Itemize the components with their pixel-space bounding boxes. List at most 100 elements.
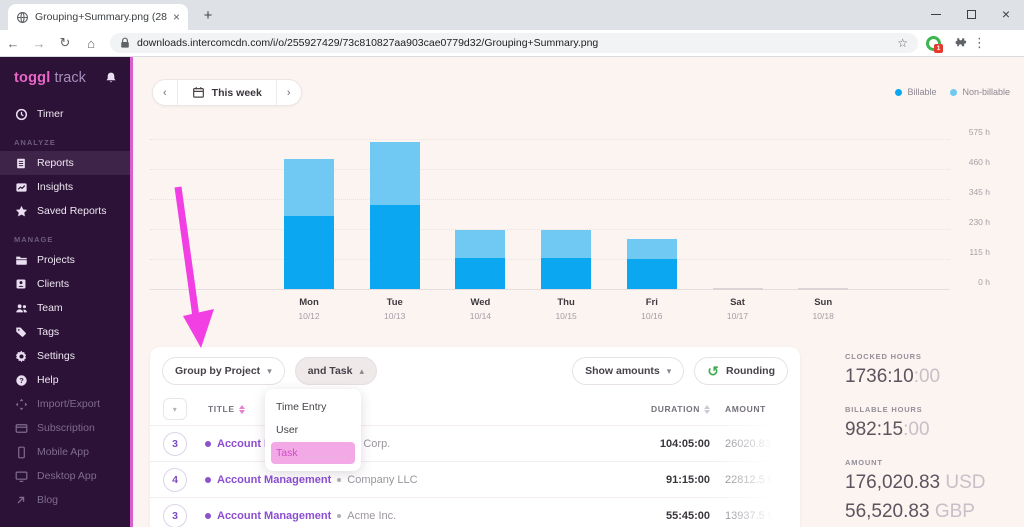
- back-icon[interactable]: ←: [0, 36, 26, 51]
- sidebar-item-clients[interactable]: Clients: [0, 272, 130, 296]
- bar-fri[interactable]: [626, 238, 677, 289]
- bar-segment-non-billable[interactable]: [626, 238, 677, 259]
- period-selector-button[interactable]: This week: [176, 80, 276, 105]
- main-content: ‹ This week › Billable Non-billable 575 …: [133, 57, 1024, 527]
- browser-tab[interactable]: Grouping+Summary.png (2880× ×: [8, 4, 188, 30]
- menu-item-time-entry[interactable]: Time Entry: [265, 396, 361, 419]
- sidebar-item-saved-reports[interactable]: Saved Reports: [0, 199, 130, 223]
- new-tab-button[interactable]: +: [198, 7, 218, 24]
- menu-item-task[interactable]: Task: [271, 442, 355, 464]
- sidebar-item-team[interactable]: Team: [0, 296, 130, 320]
- toggl-extension-icon[interactable]: 1: [926, 35, 943, 53]
- entry-count-badge[interactable]: 4: [163, 468, 187, 492]
- client-name: Company LLC: [347, 474, 418, 486]
- empty-day-marker: [712, 288, 763, 290]
- bar-segment-billable[interactable]: [626, 259, 677, 289]
- sort-icon[interactable]: [238, 404, 245, 414]
- bar-segment-billable[interactable]: [284, 215, 334, 289]
- tab-title: Grouping+Summary.png (2880×: [35, 11, 167, 23]
- forward-icon[interactable]: →: [26, 36, 52, 51]
- x-axis-label: Sun 10/18: [812, 297, 834, 321]
- table-row[interactable]: 3 Account Management Acme Inc. 55:45:00 …: [150, 497, 800, 527]
- sidebar-item-subscription[interactable]: Subscription: [0, 416, 130, 440]
- entry-count-badge[interactable]: 3: [163, 504, 187, 527]
- sidebar-item-desktop-app[interactable]: Desktop App: [0, 464, 130, 488]
- next-period-button[interactable]: ›: [275, 80, 301, 105]
- bar-segment-billable[interactable]: [369, 205, 420, 289]
- sidebar-item-import-export[interactable]: Import/Export: [0, 392, 130, 416]
- bar-segment-billable[interactable]: [455, 257, 506, 289]
- legend-billable[interactable]: Billable: [895, 87, 936, 97]
- clocked-hours-label: CLOCKED HOURS: [845, 352, 922, 361]
- sidebar-item-label: Reports: [37, 157, 74, 169]
- project-dot-icon: [205, 513, 211, 519]
- bar-tue[interactable]: [369, 142, 420, 289]
- project-name[interactable]: Account Management: [217, 474, 331, 486]
- bar-wed[interactable]: [455, 230, 506, 289]
- hours-bar-chart: 575 h 460 h 345 h 230 h 115 h 0 h Mon 10/12 Tue 1…: [150, 127, 990, 321]
- window-maximize-icon[interactable]: [966, 9, 976, 19]
- notifications-bell-icon[interactable]: [104, 71, 118, 85]
- rounding-button[interactable]: ↺ Rounding: [694, 357, 788, 385]
- client-name: Corp.: [363, 438, 391, 450]
- browser-menu-icon[interactable]: ⋮: [973, 35, 986, 51]
- y-axis-label: 115 h: [969, 247, 990, 257]
- bar-segment-non-billable[interactable]: [369, 142, 420, 205]
- bar-segment-non-billable[interactable]: [541, 230, 592, 258]
- legend-non-billable[interactable]: Non-billable: [950, 87, 1010, 97]
- toggl-logo[interactable]: toggl: [14, 70, 50, 86]
- report-controls: Group by Project ▾ and Task ▴ Show amoun…: [150, 347, 800, 385]
- bar-segment-billable[interactable]: [541, 257, 592, 289]
- window-close-icon[interactable]: ×: [1002, 7, 1010, 21]
- bar-segment-non-billable[interactable]: [284, 159, 334, 216]
- tab-close-icon[interactable]: ×: [173, 10, 180, 24]
- table-row[interactable]: 4 Account Management Company LLC 91:15:0…: [150, 461, 800, 497]
- subgroup-by-button[interactable]: and Task ▴: [294, 357, 377, 385]
- x-axis-label: Mon 10/12: [298, 297, 320, 321]
- highlight-dots: [305, 456, 346, 458]
- sidebar-item-insights[interactable]: Insights: [0, 175, 130, 199]
- previous-period-button[interactable]: ‹: [153, 80, 177, 105]
- entry-count-badge[interactable]: 3: [163, 432, 187, 456]
- sidebar-item-blog[interactable]: Blog: [0, 488, 130, 512]
- table-row[interactable]: 3 Account Ma Corp. 104:05:00 26020.83 US…: [150, 425, 800, 461]
- bar-segment-non-billable[interactable]: [455, 230, 506, 258]
- sidebar-item-mobile-app[interactable]: Mobile App: [0, 440, 130, 464]
- sidebar-item-label: Blog: [37, 494, 59, 506]
- bar-mon[interactable]: [284, 159, 334, 289]
- sidebar-item-timer[interactable]: Timer: [0, 102, 130, 126]
- window-minimize-icon[interactable]: [930, 13, 941, 15]
- desktop-monitor-icon: [14, 469, 28, 483]
- sidebar: toggl track Timer ANALYZE Reports Insigh…: [0, 57, 133, 527]
- select-all-checkbox[interactable]: ▾: [163, 398, 187, 420]
- column-header-amount[interactable]: AMOUNT: [725, 404, 766, 414]
- address-bar[interactable]: downloads.intercomcdn.com/i/o/255927429/…: [110, 33, 918, 53]
- sidebar-item-label: Projects: [37, 254, 75, 266]
- toggl-logo-track: track: [54, 70, 86, 86]
- sidebar-item-reports[interactable]: Reports: [0, 151, 130, 175]
- y-axis-label: 345 h: [968, 187, 990, 197]
- amount-gbp-value: 56,520.83 GBP: [845, 501, 975, 522]
- bookmark-star-icon[interactable]: ☆: [897, 36, 908, 50]
- sidebar-item-settings[interactable]: Settings: [0, 344, 130, 368]
- sidebar-item-projects[interactable]: Projects: [0, 248, 130, 272]
- project-name[interactable]: Account Management: [217, 510, 331, 522]
- group-by-button[interactable]: Group by Project ▾: [162, 357, 285, 385]
- column-header-title[interactable]: TITLE: [208, 404, 245, 414]
- mobile-phone-icon: [14, 445, 28, 459]
- column-header-duration[interactable]: DURATION: [651, 404, 710, 414]
- y-axis-label: 0 h: [978, 277, 990, 287]
- x-axis-label: Fri 10/16: [641, 297, 663, 321]
- reload-icon[interactable]: ↻: [52, 35, 78, 51]
- show-amounts-button[interactable]: Show amounts ▾: [572, 357, 685, 385]
- home-icon[interactable]: ⌂: [78, 36, 104, 51]
- extensions-puzzle-icon[interactable]: [953, 36, 967, 50]
- sidebar-item-help[interactable]: ? Help: [0, 368, 130, 392]
- import-export-icon: [14, 397, 28, 411]
- sidebar-item-label: Subscription: [37, 422, 95, 434]
- sidebar-item-tags[interactable]: Tags: [0, 320, 130, 344]
- sort-icon[interactable]: [704, 404, 710, 414]
- period-label: This week: [211, 86, 262, 99]
- bar-thu[interactable]: [541, 230, 592, 289]
- menu-item-user[interactable]: User: [265, 419, 361, 442]
